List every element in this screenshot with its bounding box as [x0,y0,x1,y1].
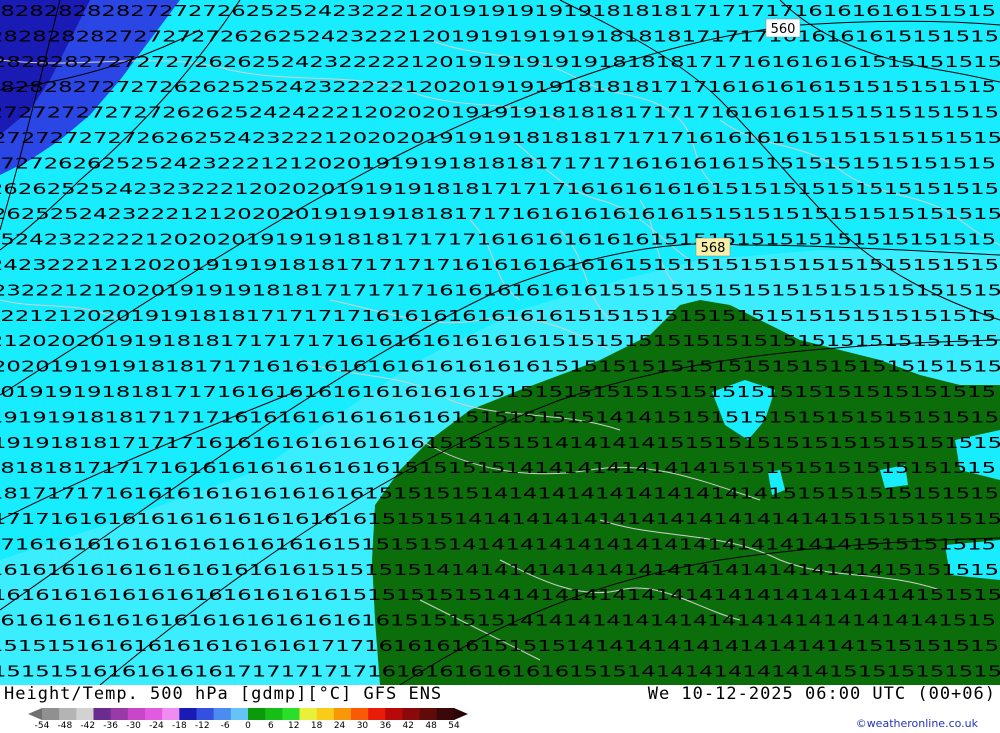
temperature-row: 1919181817171716161616161616161515151514… [0,434,1000,452]
temperature-row: 2625252423222121202020191919181817171616… [0,205,1000,223]
temperature-row: 1717161616161616161616161615151514141414… [0,510,1000,528]
colorbar-segment [42,708,60,720]
colorbar-segment [93,708,112,720]
temperature-row: 2221212020191918181717171716161616161616… [0,307,996,325]
colorbar-segment [402,708,421,720]
colorbar-tick-label: -48 [57,721,73,731]
colorbar-segment [110,708,129,720]
temperature-row: 1919191818171717161616161616161615151515… [0,408,999,426]
temperature-row: 2828282827272727262625242322212019191919… [0,27,999,45]
colorbar-segment [419,708,438,720]
temperature-value-grid: 2828282828272727262525242322212019191919… [0,2,1000,680]
colorbar-segment [213,708,232,720]
colorbar-tick-label: -12 [194,721,210,731]
temperature-row: 1616161616161616161616161515151515141414… [0,586,1000,604]
colorbar-segment [282,708,300,720]
colorbar-tick-label: 18 [310,721,323,731]
colorbar-tick-label: -18 [171,721,187,731]
temperature-row: 2727272727272626252424222120202019191918… [0,104,999,122]
temperature-row: 2828282828272727262525242322212019191919… [0,2,996,20]
colorbar-tick-label: -24 [149,721,164,731]
temperature-row: 2626252524232322212020201919191818171717… [0,180,999,198]
contour-label-568-text: 568 [701,241,726,256]
colorbar-tick-label: 6 [268,721,274,731]
colorbar-tick-label: 36 [379,721,392,731]
temperature-row: 1716161616161616161616161515151514141414… [0,535,996,553]
temperature-row: 2322212120201919191818171717171616161616… [0,281,1000,299]
contour-label-560-text: 560 [771,22,796,37]
colorbar-segment [385,708,403,720]
temperature-row: 1817171716161616161616161615151515141414… [0,485,999,503]
colorbar-tick-label: 12 [288,721,300,731]
contour-label-560: 560 [765,18,801,38]
colorbar-tick-labels: -54 -48 -42 -36 -30 -24 -18 -12 -6 0 6 12 18 24 30 36 42… [30,721,470,733]
colorbar-segment [299,708,318,720]
colorbar-tick-label: 42 [402,721,414,731]
temperature-colorbar [28,708,468,720]
colorbar-segment [368,708,386,720]
colorbar-tick-label: 24 [333,721,346,731]
colorbar-segment [436,708,455,720]
colorbar-segment [127,708,146,720]
temperature-row: 2019191918181717161616161616161616151515… [0,383,996,401]
temperature-row: 2423222121202019191918181717171716161616… [0,256,999,274]
colorbar-tick-label: -36 [103,721,119,731]
temperature-row: 2828282727272626252524232222212020191919… [0,78,996,96]
temperature-row: 2120202019191818171717171616161616161615… [0,332,999,350]
colorbar-tick-label: 0 [245,721,251,731]
colorbar-segment [179,708,197,720]
colorbar-left-arrow [28,708,42,720]
temperature-row: 2020191919181817171616161616161616161615… [0,358,1000,376]
valid-time: We 10-12-2025 06:00 UTC (00+06) [647,684,996,704]
colorbar-segment [265,708,283,720]
colorbar-segment [230,708,249,720]
colorbar-segment [316,708,335,720]
colorbar-right-arrow [454,708,468,720]
colorbar-segment [145,708,163,720]
colorbar-segment [76,708,94,720]
contour-label-568: 568 [695,237,731,257]
temperature-row: 1515151616161616161616171716161616151515… [0,637,999,655]
temperature-row: 1515151616161616171717171716161616161616… [0,662,1000,680]
colorbar-tick-label: 48 [425,721,437,731]
map-title: Height/Temp. 500 hPa [gdmp][°C] GFS ENS [4,684,443,704]
colorbar-segment [333,708,352,720]
credit-link[interactable]: ©weatheronline.co.uk [856,717,978,730]
colorbar-tick-label: -6 [220,721,230,731]
colorbar-segment [162,708,180,720]
colorbar-tick-label: -42 [80,721,96,731]
colorbar-segment [59,708,77,720]
colorbar-tick-label: 54 [448,721,460,731]
colorbar-tick-label: 30 [356,721,369,731]
colorbar-tick-label: -30 [126,721,141,731]
temperature-row: 1616161616161616161616161616151515151414… [0,612,996,630]
colorbar-segment [351,708,369,720]
temperature-row: 2524232222212020201919191818171717161616… [0,231,996,249]
temperature-row: 2727262625252423222121202019191918181817… [0,154,996,172]
temperature-row: 1616161616161616161616151515151414141414… [0,561,999,579]
temperature-row: 2828282727272726262524232222212019191919… [0,53,1000,71]
weather-map: 2828282828272727262525242322212019191919… [0,0,1000,685]
colorbar-tick-label: -54 [34,721,50,731]
colorbar-segment [196,708,215,720]
colorbar-segment [248,708,266,720]
temperature-row: 2727272727262625242322212020201919191818… [0,129,1000,147]
temperature-row: 1818181717171616161616161616151515151414… [0,459,996,477]
